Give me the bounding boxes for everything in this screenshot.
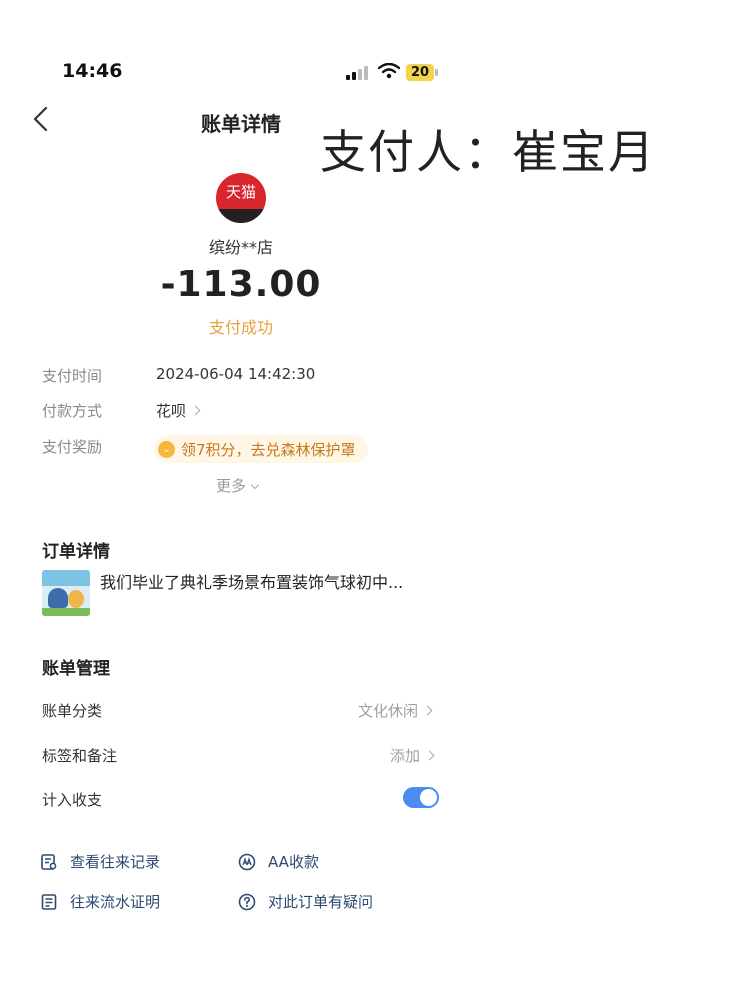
chevron-right-icon	[190, 405, 201, 416]
chevron-right-icon	[424, 750, 435, 761]
count-label: 计入收支	[42, 791, 103, 809]
pay-method-label: 付款方式	[42, 402, 103, 420]
category-selector[interactable]: 文化休闲	[358, 700, 433, 721]
category-value: 文化休闲	[358, 702, 419, 720]
record-icon	[41, 853, 57, 870]
history-link[interactable]: 查看往来记录	[40, 851, 160, 872]
payment-status: 支付成功	[208, 318, 273, 337]
merchant-name: 缤纷**店	[208, 238, 273, 257]
pay-method-value: 花呗	[156, 402, 187, 420]
order-item-name[interactable]: 我们毕业了典礼季场景布置装饰气球初中...	[100, 569, 403, 593]
wifi-icon	[378, 63, 400, 79]
tags-value: 添加	[390, 747, 421, 765]
category-label: 账单分类	[42, 702, 103, 720]
more-toggle[interactable]: 更多	[216, 475, 260, 496]
more-label: 更多	[216, 477, 247, 495]
aa-label: AA收款	[268, 853, 319, 871]
tags-add-button[interactable]: 添加	[390, 745, 435, 766]
pay-time-label: 支付时间	[42, 367, 103, 385]
logo-text: 天猫	[225, 183, 256, 201]
reward-label: 支付奖励	[42, 438, 103, 456]
chevron-down-icon	[250, 480, 260, 490]
question-icon	[238, 893, 256, 910]
tags-label: 标签和备注	[42, 747, 118, 765]
order-question-link[interactable]: 对此订单有疑问	[238, 891, 373, 912]
payment-amount: -113.00	[160, 264, 322, 305]
flow-proof-link[interactable]: 往来流水证明	[40, 891, 160, 912]
aa-collect-link[interactable]: AA收款	[238, 851, 319, 872]
flow-proof-label: 往来流水证明	[70, 893, 161, 911]
battery-tip	[435, 69, 438, 76]
battery-indicator: 20	[406, 64, 434, 81]
reward-text: 领7积分，去兑森林保护罩	[181, 440, 356, 459]
count-toggle[interactable]	[403, 787, 439, 808]
reward-chevron-icon: ⌄	[158, 440, 175, 458]
reward-badge[interactable]: ⌄ 领7积分，去兑森林保护罩	[154, 435, 368, 463]
order-question-label: 对此订单有疑问	[268, 893, 374, 911]
status-time: 14:46	[62, 60, 123, 82]
signal-icon	[346, 66, 370, 80]
product-thumbnail[interactable]	[42, 570, 90, 616]
aa-icon	[238, 853, 256, 870]
management-section-title: 账单管理	[42, 659, 110, 679]
chevron-right-icon	[422, 705, 433, 716]
pay-time-value: 2024-06-04 14:42:30	[156, 365, 316, 383]
document-icon	[41, 893, 57, 910]
pay-method-link[interactable]: 花呗	[156, 400, 201, 421]
history-label: 查看往来记录	[70, 853, 161, 871]
order-section-title: 订单详情	[42, 542, 110, 562]
merchant-logo: 天猫	[216, 173, 266, 223]
payer-overlay-text: 支付人：崔宝月	[320, 125, 656, 179]
